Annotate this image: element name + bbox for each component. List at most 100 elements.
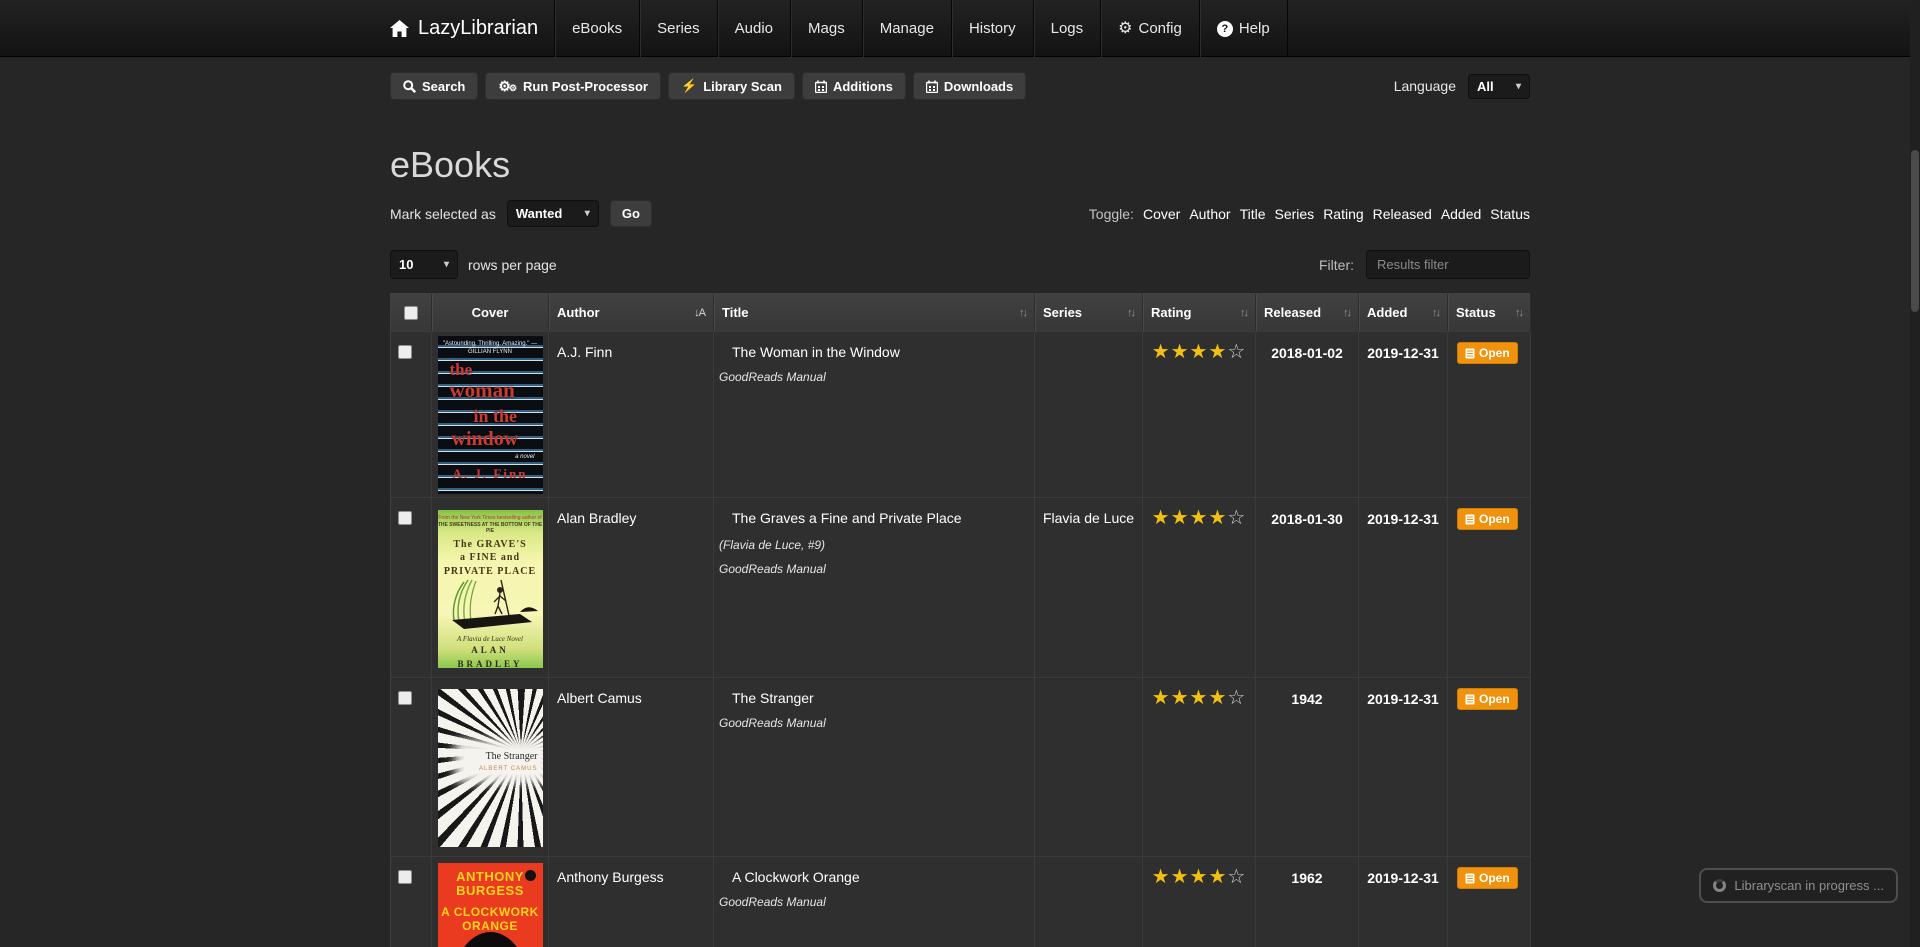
- open-button[interactable]: Open: [1457, 867, 1518, 889]
- toggle-author[interactable]: Author: [1189, 206, 1230, 222]
- title-link[interactable]: The Stranger: [732, 690, 814, 706]
- series-link[interactable]: Flavia de Luce: [1043, 510, 1134, 526]
- libraryscan-toast[interactable]: Libraryscan in progress ...: [1699, 868, 1898, 903]
- rating-stars: ★★★★☆: [1143, 856, 1256, 947]
- publisher-logo-icon: [525, 870, 536, 881]
- run-post-processor-button[interactable]: ⚙⚙ Run Post-Processor: [485, 72, 661, 100]
- button-label: Run Post-Processor: [523, 79, 648, 94]
- language-label: Language: [1394, 78, 1456, 94]
- mark-selected-value: Wanted: [516, 206, 562, 221]
- cover-title-line: the: [450, 360, 473, 380]
- open-button[interactable]: Open: [1457, 508, 1518, 530]
- row-checkbox[interactable]: [398, 345, 412, 359]
- nav-item-audio[interactable]: Audio: [717, 0, 790, 57]
- added-date: 2019-12-31: [1359, 497, 1448, 677]
- calendar-icon: [815, 80, 827, 93]
- header-series[interactable]: Series↑↓: [1035, 294, 1143, 331]
- nav-item-config[interactable]: ⚙ Config: [1100, 0, 1199, 57]
- row-checkbox[interactable]: [398, 691, 412, 705]
- star-empty-icon: ☆: [1227, 341, 1246, 363]
- nav-item-series[interactable]: Series: [639, 0, 717, 57]
- book-cover[interactable]: ANTHONY BURGESS A CLOCKWORK ORANGE: [438, 863, 543, 947]
- chevron-down-icon: ▾: [444, 259, 449, 270]
- cover-quote: From the New York Times bestselling auth…: [438, 515, 543, 522]
- button-label: Search: [422, 79, 465, 94]
- header-author[interactable]: Author↓A: [549, 294, 714, 331]
- search-button[interactable]: Search: [390, 72, 478, 100]
- nav-label: Series: [657, 20, 700, 37]
- star-filled-icon: ★★★★: [1152, 507, 1228, 529]
- header-title[interactable]: Title↑↓: [714, 294, 1035, 331]
- select-all-checkbox[interactable]: [404, 306, 418, 320]
- book-cover[interactable]: From the New York Times bestselling auth…: [438, 510, 543, 668]
- toggle-label: Toggle:: [1089, 206, 1134, 222]
- header-rating[interactable]: Rating↑↓: [1143, 294, 1256, 331]
- downloads-button[interactable]: Downloads: [913, 72, 1026, 100]
- nav-label: Audio: [735, 20, 773, 37]
- button-label: Additions: [833, 79, 893, 94]
- toggle-added[interactable]: Added: [1441, 206, 1481, 222]
- nav-item-mags[interactable]: Mags: [790, 0, 862, 57]
- author-link[interactable]: Albert Camus: [557, 690, 642, 706]
- language-select[interactable]: All ▾: [1468, 74, 1530, 99]
- filter-input[interactable]: [1366, 250, 1530, 279]
- released-date: 2018-01-02: [1256, 331, 1359, 497]
- author-link[interactable]: Alan Bradley: [557, 510, 636, 526]
- help-icon: ?: [1217, 21, 1233, 37]
- title-link[interactable]: The Woman in the Window: [732, 344, 900, 360]
- star-empty-icon: ☆: [1227, 687, 1246, 709]
- additions-button[interactable]: Additions: [802, 72, 906, 100]
- nav-item-logs[interactable]: Logs: [1033, 0, 1101, 57]
- toggle-released[interactable]: Released: [1373, 206, 1432, 222]
- book-icon: [1465, 348, 1475, 359]
- nav-item-help[interactable]: ? Help: [1199, 0, 1288, 57]
- title-link[interactable]: The Graves a Fine and Private Place: [732, 510, 962, 526]
- author-link[interactable]: A.J. Finn: [557, 344, 612, 360]
- nav-item-ebooks[interactable]: eBooks: [554, 0, 639, 57]
- mark-selected-label: Mark selected as: [390, 206, 496, 222]
- scrollbar-thumb[interactable]: [1911, 150, 1919, 312]
- status-label: Open: [1479, 512, 1510, 526]
- row-checkbox[interactable]: [398, 870, 412, 884]
- row-checkbox[interactable]: [398, 511, 412, 525]
- toggle-series[interactable]: Series: [1275, 206, 1315, 222]
- title-link[interactable]: A Clockwork Orange: [732, 869, 860, 885]
- library-scan-button[interactable]: ⚡ Library Scan: [668, 72, 795, 100]
- toggle-title[interactable]: Title: [1240, 206, 1266, 222]
- cover-tagline: a novel: [515, 454, 534, 460]
- chevron-down-icon: ▾: [585, 208, 590, 219]
- brand-label: LazyLibrarian: [418, 17, 538, 40]
- toggle-status[interactable]: Status: [1490, 206, 1530, 222]
- rows-per-page-select[interactable]: 10 ▾: [390, 250, 458, 279]
- go-button[interactable]: Go: [610, 200, 652, 227]
- search-icon: [403, 80, 416, 93]
- rating-stars: ★★★★☆: [1143, 331, 1256, 497]
- brand-home[interactable]: LazyLibrarian: [390, 0, 554, 57]
- book-cover[interactable]: The Stranger ALBERT CAMUS: [438, 689, 543, 847]
- toggle-rating[interactable]: Rating: [1323, 206, 1363, 222]
- nav-label: Config: [1138, 20, 1181, 37]
- book-cover[interactable]: "Astounding. Thrilling. Amazing." —GILLI…: [438, 336, 543, 494]
- star-filled-icon: ★★★★: [1152, 866, 1228, 888]
- header-added[interactable]: Added↑↓: [1359, 294, 1448, 331]
- header-released[interactable]: Released↑↓: [1256, 294, 1359, 331]
- book-icon: [1465, 694, 1475, 705]
- spinner-icon: [1713, 879, 1726, 892]
- toggle-cover[interactable]: Cover: [1143, 206, 1180, 222]
- nav-item-history[interactable]: History: [951, 0, 1033, 57]
- released-date: 1962: [1256, 856, 1359, 947]
- cover-tagline: A Flavia de Luce Novel: [438, 635, 543, 643]
- table-row: "Astounding. Thrilling. Amazing." —GILLI…: [391, 331, 1529, 497]
- star-filled-icon: ★★★★: [1152, 341, 1228, 363]
- filter-label: Filter:: [1319, 257, 1354, 273]
- mark-selected-select[interactable]: Wanted ▾: [507, 200, 599, 227]
- cover-title-line: window: [452, 428, 519, 451]
- header-status[interactable]: Status↑↓: [1448, 294, 1531, 331]
- nav-item-manage[interactable]: Manage: [862, 0, 951, 57]
- open-button[interactable]: Open: [1457, 688, 1518, 710]
- cover-quote: THE SWEETNESS AT THE BOTTOM OF THE PIE: [438, 522, 543, 534]
- cover-author: ALBERT CAMUS: [466, 766, 538, 772]
- open-button[interactable]: Open: [1457, 342, 1518, 364]
- cover-author: ALAN: [438, 644, 543, 658]
- author-link[interactable]: Anthony Burgess: [557, 869, 664, 885]
